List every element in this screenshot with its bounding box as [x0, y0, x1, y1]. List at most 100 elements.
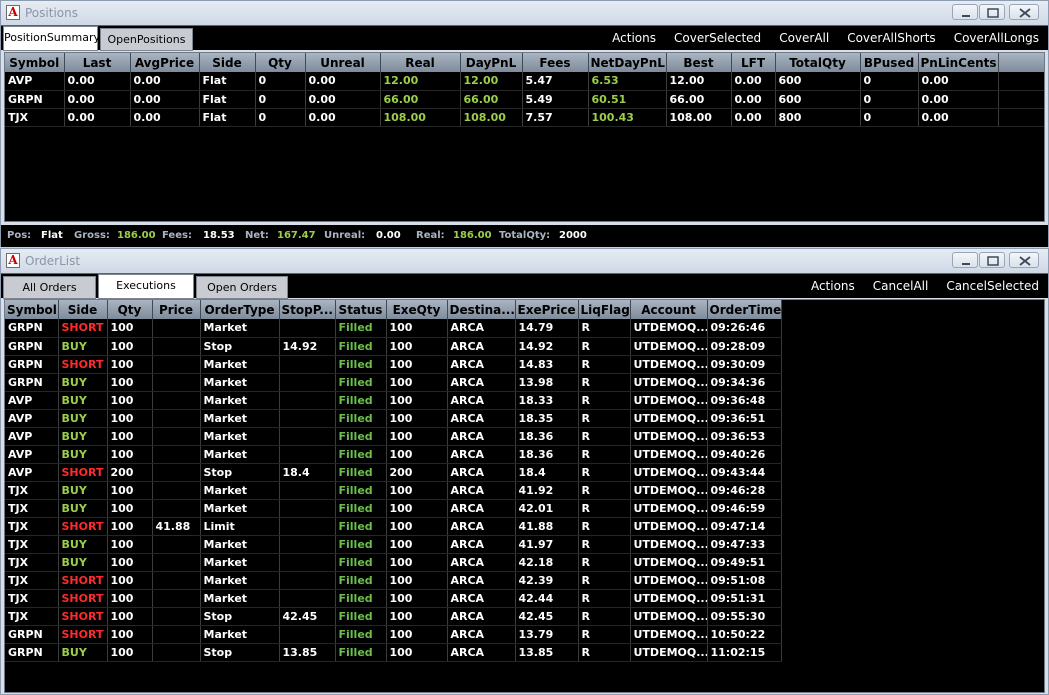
- table-row[interactable]: TJX SHORT 100 Stop 42.45 Filled 100 ARCA 42.45 R U…: [5, 607, 782, 626]
- cell-last: 0.00: [64, 90, 131, 109]
- orders-grid[interactable]: Symbol Side Qty Price OrderType StopP... Statu…: [4, 299, 1045, 693]
- cell-stopp: [279, 517, 336, 536]
- cell-destina: ARCA: [447, 373, 516, 392]
- cell-exeprice: 13.79: [515, 625, 579, 644]
- column-header-symbol[interactable]: Symbol: [5, 300, 59, 319]
- cell-exeqty: 100: [386, 409, 448, 428]
- column-header-price[interactable]: Price: [152, 300, 201, 319]
- column-header-lft[interactable]: LFT: [731, 53, 776, 72]
- column-header-exeprice[interactable]: ExePrice: [515, 300, 579, 319]
- table-row[interactable]: TJX BUY 100 Market Filled 100 ARCA 41.92 R UTDEMO…: [5, 481, 782, 500]
- column-header-last[interactable]: Last: [64, 53, 131, 72]
- table-row[interactable]: AVP 0.00 0.00 Flat 0 0.00 12.00 12.00 5.47 6.53 12…: [5, 72, 1044, 91]
- orderlist-titlebar[interactable]: A OrderList: [1, 249, 1048, 273]
- column-header-fees[interactable]: Fees: [522, 53, 589, 72]
- column-header-qty[interactable]: Qty: [255, 53, 306, 72]
- cell-stopp: [279, 373, 336, 392]
- column-header-daypnl[interactable]: DayPnL: [460, 53, 523, 72]
- minimize-button[interactable]: [952, 252, 978, 268]
- table-row[interactable]: GRPN BUY 100 Stop 13.85 Filled 100 ARCA 13.85 R UT…: [5, 643, 782, 662]
- column-header-pnlincents[interactable]: PnLinCents: [918, 53, 999, 72]
- cell-stopp: [279, 409, 336, 428]
- column-header-ordertype[interactable]: OrderType: [200, 300, 280, 319]
- cell-destina: ARCA: [447, 445, 516, 464]
- column-header-destina[interactable]: Destina...: [447, 300, 516, 319]
- cell-exeqty: 100: [386, 535, 448, 554]
- table-row[interactable]: GRPN SHORT 100 Market Filled 100 ARCA 13.79 R UTD…: [5, 625, 782, 644]
- table-row[interactable]: AVP BUY 100 Market Filled 100 ARCA 18.33 R UTDEMO…: [5, 391, 782, 410]
- table-row[interactable]: AVP BUY 100 Market Filled 100 ARCA 18.35 R UTDEMO…: [5, 409, 782, 428]
- column-header-ordertime[interactable]: OrderTime: [707, 300, 782, 319]
- cover-selected-button[interactable]: CoverSelected: [665, 26, 770, 51]
- positions-grid[interactable]: Symbol Last AvgPrice Side Qty Unreal Real DayPn…: [4, 52, 1045, 222]
- column-header-real[interactable]: Real: [380, 53, 461, 72]
- column-header-avgprice[interactable]: AvgPrice: [130, 53, 200, 72]
- column-header-liqflag[interactable]: LiqFlag: [578, 300, 631, 319]
- maximize-button[interactable]: [979, 252, 1005, 268]
- column-header-exeqty[interactable]: ExeQty: [386, 300, 448, 319]
- cell-daypnl: 108.00: [460, 108, 523, 127]
- cancel-all-button[interactable]: CancelAll: [864, 274, 938, 299]
- table-row[interactable]: TJX BUY 100 Market Filled 100 ARCA 42.18 R UTDEMO…: [5, 553, 782, 572]
- cell-price: [152, 391, 201, 410]
- table-row[interactable]: TJX BUY 100 Market Filled 100 ARCA 42.01 R UTDEMO…: [5, 499, 782, 518]
- maximize-button[interactable]: [979, 4, 1005, 20]
- column-header-side[interactable]: Side: [199, 53, 256, 72]
- tab-all-orders[interactable]: All Orders: [3, 276, 96, 299]
- cell-liqflag: R: [578, 499, 631, 518]
- column-header-status[interactable]: Status: [335, 300, 387, 319]
- cell-status: Filled: [335, 517, 387, 536]
- column-header-side[interactable]: Side: [58, 300, 108, 319]
- table-row[interactable]: GRPN 0.00 0.00 Flat 0 0.00 66.00 66.00 5.49 60.51…: [5, 90, 1044, 109]
- table-row[interactable]: TJX BUY 100 Market Filled 100 ARCA 41.97 R UTDEMO…: [5, 535, 782, 554]
- column-header-netdaypnl[interactable]: NetDayPnL: [588, 53, 667, 72]
- cancel-selected-button[interactable]: CancelSelected: [937, 274, 1048, 299]
- cell-liqflag: R: [578, 553, 631, 572]
- cell-exeprice: 14.79: [515, 319, 579, 338]
- table-row[interactable]: AVP BUY 100 Market Filled 100 ARCA 18.36 R UTDEMO…: [5, 427, 782, 446]
- table-row[interactable]: GRPN BUY 100 Stop 14.92 Filled 100 ARCA 14.92 R UT…: [5, 337, 782, 356]
- cell-totalqty: 600: [775, 72, 861, 91]
- summary-unreal-label: Unreal:: [324, 230, 366, 241]
- column-header-unreal[interactable]: Unreal: [305, 53, 381, 72]
- cell-qty: 100: [107, 427, 153, 446]
- positions-titlebar[interactable]: A Positions: [1, 1, 1048, 25]
- close-button[interactable]: [1009, 4, 1039, 20]
- tab-open-positions[interactable]: OpenPositions: [100, 28, 193, 51]
- tab-position-summary[interactable]: PositionSummary: [3, 26, 100, 51]
- table-row[interactable]: TJX SHORT 100 Market Filled 100 ARCA 42.39 R UTDE…: [5, 571, 782, 590]
- table-row[interactable]: TJX SHORT 100 Market Filled 100 ARCA 42.44 R UTDE…: [5, 589, 782, 608]
- column-header-bpused[interactable]: BPused: [860, 53, 919, 72]
- table-row[interactable]: GRPN BUY 100 Market Filled 100 ARCA 13.98 R UTDEM…: [5, 373, 782, 392]
- actions-menu[interactable]: Actions: [603, 26, 665, 51]
- minimize-button[interactable]: [952, 4, 978, 20]
- column-header-best[interactable]: Best: [666, 53, 732, 72]
- cell-exeprice: 14.83: [515, 355, 579, 374]
- column-header-account[interactable]: Account: [630, 300, 708, 319]
- cover-all-longs-button[interactable]: CoverAllLongs: [945, 26, 1048, 51]
- column-header-symbol[interactable]: Symbol: [5, 53, 65, 72]
- table-row[interactable]: AVP BUY 100 Market Filled 100 ARCA 18.36 R UTDEMO…: [5, 445, 782, 464]
- close-button[interactable]: [1009, 252, 1039, 268]
- cover-all-button[interactable]: CoverAll: [770, 26, 838, 51]
- tab-open-orders[interactable]: Open Orders: [196, 276, 288, 299]
- cell-ordertime: 09:51:08: [707, 571, 782, 590]
- cell-exeprice: 13.98: [515, 373, 579, 392]
- cover-all-shorts-button[interactable]: CoverAllShorts: [838, 26, 944, 51]
- app-logo-icon: A: [6, 5, 20, 20]
- column-header-qty[interactable]: Qty: [107, 300, 153, 319]
- column-header-stopp[interactable]: StopP...: [279, 300, 336, 319]
- table-row[interactable]: TJX SHORT 100 41.88 Limit Filled 100 ARCA 41.88 R…: [5, 517, 782, 536]
- tab-executions[interactable]: Executions: [98, 274, 194, 299]
- cell-price: [152, 373, 201, 392]
- cell-exeprice: 18.4: [515, 463, 579, 482]
- cell-price: [152, 571, 201, 590]
- cell-price: [152, 319, 201, 338]
- table-row[interactable]: GRPN SHORT 100 Market Filled 100 ARCA 14.79 R UTD…: [5, 319, 782, 338]
- actions-menu[interactable]: Actions: [802, 274, 864, 299]
- table-row[interactable]: GRPN SHORT 100 Market Filled 100 ARCA 14.83 R UTD…: [5, 355, 782, 374]
- table-row[interactable]: TJX 0.00 0.00 Flat 0 0.00 108.00 108.00 7.57 100.…: [5, 108, 1044, 127]
- table-row[interactable]: AVP SHORT 200 Stop 18.4 Filled 200 ARCA 18.4 R UTD…: [5, 463, 782, 482]
- column-header-totalqty[interactable]: TotalQty: [775, 53, 861, 72]
- cell-account: UTDEMOQ...: [630, 535, 708, 554]
